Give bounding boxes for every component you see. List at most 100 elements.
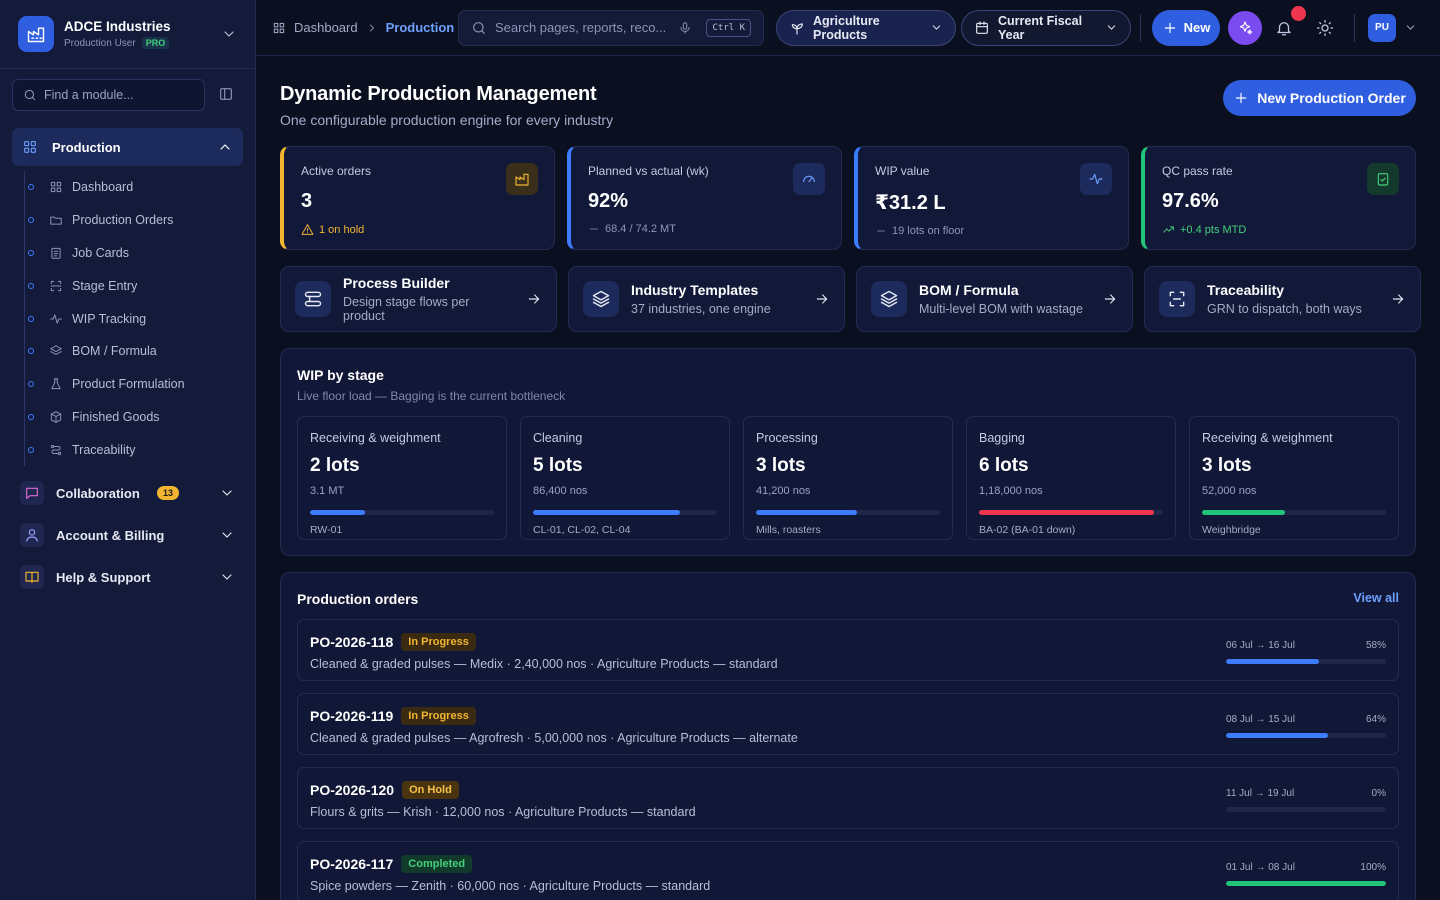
trend-up-icon xyxy=(1162,223,1175,236)
collapse-sidebar-icon[interactable] xyxy=(218,86,234,102)
sidebar-item-stage-entry[interactable]: Stage Entry xyxy=(25,269,255,302)
stage-ids: Mills, roasters xyxy=(756,524,821,536)
layers-icon xyxy=(583,281,619,317)
user-icon xyxy=(20,523,44,548)
order-description: Flours & grits — Krish · 12,000 nos · Ag… xyxy=(310,805,696,819)
stage-card[interactable]: Processing 3 lots 41,200 nos Mills, roas… xyxy=(743,416,953,540)
tool-card-traceability[interactable]: Traceability GRN to dispatch, both ways xyxy=(1144,266,1421,332)
global-search-placeholder: Search pages, reports, reco... xyxy=(495,20,667,35)
table-row[interactable]: PO-2026-120 On Hold Flours & grits — Kris… xyxy=(297,767,1399,829)
new-button[interactable]: New xyxy=(1152,9,1220,46)
sidebar-item-label: Dashboard xyxy=(72,180,134,195)
order-description: Cleaned & graded pulses — Medix · 2,40,0… xyxy=(310,657,778,671)
book-icon xyxy=(20,565,44,590)
sidebar-item-traceability[interactable]: Traceability xyxy=(25,433,255,466)
tool-title: BOM / Formula xyxy=(919,282,1019,298)
tool-card-bom-formula[interactable]: BOM / Formula Multi-level BOM with wastag… xyxy=(856,266,1133,332)
chevron-down-icon[interactable] xyxy=(1404,21,1417,34)
sidebar-item-bom-formula[interactable]: BOM / Formula xyxy=(25,335,255,368)
new-production-order-button[interactable]: New Production Order xyxy=(1223,80,1416,116)
layers-icon xyxy=(871,281,907,317)
stage-name: Receiving & weighment xyxy=(1202,431,1333,445)
arrow-right-icon xyxy=(1102,291,1118,307)
table-row[interactable]: PO-2026-118 In Progress Cleaned & graded … xyxy=(297,619,1399,681)
scan-icon xyxy=(1159,281,1195,317)
stage-card[interactable]: Cleaning 5 lots 86,400 nos CL-01, CL-02,… xyxy=(520,416,730,540)
sidebar-item-finished-goods[interactable]: Finished Goods xyxy=(25,401,255,434)
breadcrumb-current: Production xyxy=(385,20,455,35)
product-filter-select[interactable]: Agriculture Products xyxy=(776,9,956,46)
kpi-card-qc-pass-rate[interactable]: QC pass rate 97.6% +0.4 pts MTD xyxy=(1141,146,1416,250)
order-number: PO-2026-117 xyxy=(310,856,394,872)
sidebar-item-label: Traceability xyxy=(72,442,136,457)
sidebar-item-product-formulation[interactable]: Product Formulation xyxy=(25,368,255,401)
clipboard-check-icon xyxy=(1367,163,1399,195)
sidebar-item-production-orders[interactable]: Production Orders xyxy=(25,204,255,237)
kpi-value: 92% xyxy=(588,190,629,212)
nav-section-account-billing[interactable]: Account & Billing xyxy=(12,514,243,556)
order-progress-fill xyxy=(1226,659,1319,664)
kpi-note-text: 68.4 / 74.2 MT xyxy=(605,223,676,235)
stage-load-bar xyxy=(979,510,1163,515)
nav-section-collaboration[interactable]: Collaboration 13 xyxy=(12,472,243,514)
table-row[interactable]: PO-2026-119 In Progress Cleaned & graded … xyxy=(297,693,1399,755)
nav-group-production[interactable]: Production xyxy=(12,128,243,166)
pulse-icon xyxy=(49,312,63,326)
avatar[interactable]: PU xyxy=(1368,13,1396,42)
nav-section-label: Help & Support xyxy=(56,569,151,585)
tool-card-process-builder[interactable]: Process Builder Design stage flows per pr… xyxy=(280,266,557,332)
minus-icon xyxy=(588,223,600,235)
global-search-input[interactable]: Search pages, reports, reco... Ctrl K xyxy=(458,9,764,46)
chevron-down-icon xyxy=(219,569,235,585)
tool-card-industry-templates[interactable]: Industry Templates 37 industries, one eng… xyxy=(568,266,845,332)
org-switcher[interactable]: ADCE Industries Production User PRO xyxy=(0,0,255,69)
stage-card[interactable]: Receiving & weighment 3 lots 52,000 nos … xyxy=(1189,416,1399,540)
stage-load-bar xyxy=(756,510,940,515)
sidebar-item-dashboard[interactable]: Dashboard xyxy=(25,171,255,204)
sparkles-icon xyxy=(1237,20,1253,36)
kpi-label: Active orders xyxy=(301,164,372,178)
nav-section-help-support[interactable]: Help & Support xyxy=(12,556,243,598)
chevron-down-icon xyxy=(219,527,235,543)
view-all-link[interactable]: View all xyxy=(1353,591,1399,605)
stage-lots: 6 lots xyxy=(979,455,1029,476)
nav-section-label: Collaboration xyxy=(56,485,140,501)
new-button-label: New xyxy=(1183,20,1211,35)
sidebar-item-label: Stage Entry xyxy=(72,278,138,293)
tool-title: Traceability xyxy=(1207,282,1285,298)
notification-count-badge: 13 xyxy=(156,486,179,501)
stage-card[interactable]: Receiving & weighment 2 lots 3.1 MT RW-0… xyxy=(297,416,507,540)
order-progress-pct: 58% xyxy=(1365,640,1386,651)
period-filter-select[interactable]: Current Fiscal Year xyxy=(961,9,1131,46)
kpi-value: 3 xyxy=(301,190,313,212)
microphone-icon[interactable] xyxy=(678,21,692,35)
breadcrumb-root-link[interactable]: Dashboard xyxy=(294,20,358,35)
arrow-right-icon xyxy=(814,291,830,307)
topbar: Dashboard Production Search pages, repor… xyxy=(256,0,1440,56)
orders-list: PO-2026-118 In Progress Cleaned & graded … xyxy=(297,619,1399,900)
sidebar-item-wip-tracking[interactable]: WIP Tracking xyxy=(25,302,255,335)
kpi-card-planned-vs-actual[interactable]: Planned vs actual (wk) 92% 68.4 / 74.2 M… xyxy=(567,146,842,250)
factory-icon xyxy=(506,163,538,195)
stage-qty: 86,400 nos xyxy=(533,485,588,497)
stage-ids: RW-01 xyxy=(310,524,343,536)
theme-toggle-icon[interactable] xyxy=(1316,19,1334,37)
kpi-value: ₹31.2 L xyxy=(875,192,946,214)
grid-icon xyxy=(272,21,286,35)
kpi-card-active-orders[interactable]: Active orders 3 1 on hold xyxy=(280,146,555,250)
sidebar-item-job-cards[interactable]: Job Cards xyxy=(25,237,255,270)
order-description: Spice powders — Zenith · 60,000 nos · Ag… xyxy=(310,879,711,893)
stage-card[interactable]: Bagging 6 lots 1,18,000 nos BA-02 (BA-01… xyxy=(966,416,1176,540)
stage-name: Cleaning xyxy=(533,431,583,445)
kpi-card-wip-value[interactable]: WIP value ₹31.2 L 19 lots on floor xyxy=(854,146,1129,250)
pulse-icon xyxy=(1080,163,1112,195)
nav-group-label: Production xyxy=(52,139,121,155)
bell-icon[interactable] xyxy=(1275,19,1293,37)
module-search-input[interactable]: Find a module... xyxy=(12,79,205,111)
tool-title: Process Builder xyxy=(343,275,450,291)
ai-assistant-button[interactable] xyxy=(1228,10,1262,45)
breadcrumb: Dashboard Production xyxy=(272,20,454,35)
table-row[interactable]: PO-2026-117 Completed Spice powders — Zen… xyxy=(297,841,1399,900)
org-name: ADCE Industries xyxy=(64,19,171,34)
chevron-down-icon xyxy=(1105,21,1118,34)
